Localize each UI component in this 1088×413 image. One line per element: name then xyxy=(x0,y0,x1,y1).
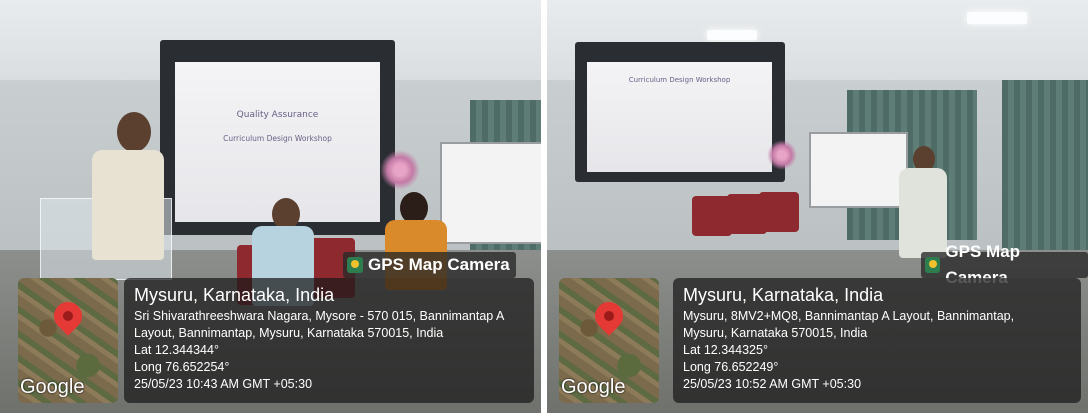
ceiling-light xyxy=(707,30,757,40)
address-line: Mysuru, 8MV2+MQ8, Bannimantap A Layout, … xyxy=(683,309,1015,323)
flower-vase xyxy=(767,140,797,170)
chair xyxy=(692,196,732,236)
address-line: Layout, Bannimantap, Mysuru, Karnataka 5… xyxy=(134,326,444,340)
location-pin-icon xyxy=(48,296,88,336)
map-provider-label: Google xyxy=(561,376,626,398)
longitude: Long 76.652254° xyxy=(134,360,230,374)
whiteboard xyxy=(440,142,541,244)
flower-vase xyxy=(380,150,420,190)
projection-screen: Quality Assurance Curriculum Design Work… xyxy=(175,62,380,222)
map-provider-label: Google xyxy=(20,376,85,398)
chair xyxy=(759,192,799,232)
photo-workshop-left: Quality Assurance Curriculum Design Work… xyxy=(0,0,541,413)
longitude: Long 76.652249° xyxy=(683,360,779,374)
curtain xyxy=(1002,80,1088,250)
map-thumbnail: Google xyxy=(18,278,118,403)
location-pin-icon xyxy=(589,296,629,336)
map-camera-icon xyxy=(925,257,941,273)
timestamp: 25/05/23 10:52 AM GMT +05:30 xyxy=(683,377,862,391)
location-city: Mysuru, Karnataka, India xyxy=(134,285,335,305)
map-thumbnail: Google xyxy=(559,278,659,403)
slide-title: Quality Assurance xyxy=(236,110,319,120)
ceiling-light xyxy=(967,12,1027,24)
latitude: Lat 12.344344° xyxy=(134,343,219,357)
projection-screen: Curriculum Design Workshop xyxy=(587,62,772,172)
gps-camera-badge: GPS Map Camera xyxy=(921,242,1088,287)
slide-subtitle: Curriculum Design Workshop xyxy=(223,134,332,143)
whiteboard xyxy=(809,132,908,208)
location-info-panel: Mysuru, Karnataka, India Mysuru, 8MV2+MQ… xyxy=(673,278,1081,403)
photo-workshop-right: Curriculum Design Workshop GPS Map Camer… xyxy=(547,0,1088,413)
latitude: Lat 12.344325° xyxy=(683,343,768,357)
badge-label: GPS Map Camera xyxy=(368,255,510,274)
location-info-panel: Mysuru, Karnataka, India Sri Shivarathre… xyxy=(124,278,534,403)
gps-camera-badge: GPS Map Camera xyxy=(343,252,516,278)
timestamp: 25/05/23 10:43 AM GMT +05:30 xyxy=(134,377,313,391)
address-line: Mysuru, Karnataka 570015, India xyxy=(683,326,868,340)
map-camera-icon xyxy=(347,257,363,273)
slide-title: Curriculum Design Workshop xyxy=(628,76,731,84)
location-city: Mysuru, Karnataka, India xyxy=(683,285,884,305)
address-line: Sri Shivarathreeshwara Nagara, Mysore - … xyxy=(134,309,505,323)
